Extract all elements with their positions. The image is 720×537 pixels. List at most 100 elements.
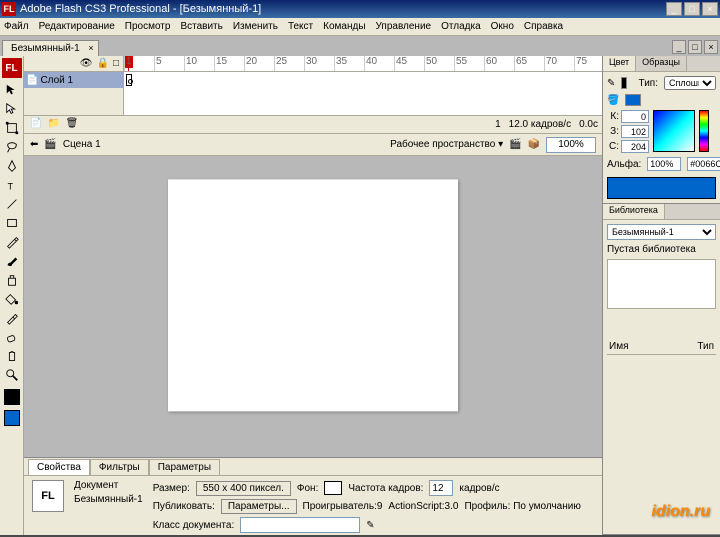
fill-type-select[interactable]: Сплошной <box>664 76 716 90</box>
symbol-selector-icon[interactable]: 📦 <box>528 139 540 150</box>
publish-settings-button[interactable]: Параметры... <box>221 499 297 514</box>
brush-tool[interactable] <box>2 252 22 270</box>
lib-col-type[interactable]: Тип <box>697 341 714 352</box>
minimize-button[interactable]: _ <box>666 2 682 16</box>
doc-minimize-button[interactable]: _ <box>672 40 686 54</box>
red-input[interactable] <box>621 110 649 123</box>
tab-color[interactable]: Цвет <box>603 56 636 71</box>
scene-selector-icon[interactable]: 🎬 <box>509 139 521 150</box>
delete-layer-button[interactable]: 🗑 <box>64 118 80 132</box>
menu-window[interactable]: Окно <box>491 21 514 32</box>
layer-icon: 📄 <box>26 75 38 86</box>
tab-filters[interactable]: Фильтры <box>90 459 149 475</box>
menu-debug[interactable]: Отладка <box>441 21 481 32</box>
doc-class-input[interactable] <box>240 517 360 533</box>
eraser-tool[interactable] <box>2 328 22 346</box>
hue-slider[interactable] <box>699 110 709 152</box>
lasso-tool[interactable] <box>2 138 22 156</box>
layer-row[interactable]: 📄 Слой 1 <box>24 72 123 88</box>
stroke-swatch[interactable] <box>621 77 626 89</box>
document-icon: FL <box>32 480 64 512</box>
bg-label: Фон: <box>297 483 318 494</box>
paint-bucket-tool[interactable] <box>2 290 22 308</box>
frame-tick: 40 <box>364 56 377 71</box>
new-folder-button[interactable]: 📁 <box>46 118 62 132</box>
tab-swatches[interactable]: Образцы <box>636 56 687 71</box>
color-preview <box>607 177 716 199</box>
scene-name[interactable]: Сцена 1 <box>63 139 101 150</box>
frame-grid[interactable] <box>124 72 602 115</box>
back-icon[interactable]: ⬅ <box>30 139 38 150</box>
framerate-input[interactable] <box>429 480 453 496</box>
fill-color-swatch[interactable] <box>4 410 20 426</box>
scene-icon: 🎬 <box>44 139 56 150</box>
frame-tick: 45 <box>394 56 407 71</box>
zoom-tool[interactable] <box>2 366 22 384</box>
selection-tool[interactable] <box>2 81 22 99</box>
type-label: Тип: <box>639 78 658 89</box>
fill-swatch[interactable] <box>625 94 641 106</box>
pen-tool[interactable] <box>2 157 22 175</box>
hand-tool[interactable] <box>2 347 22 365</box>
bg-color-swatch[interactable] <box>324 481 342 495</box>
tab-properties[interactable]: Свойства <box>28 459 90 475</box>
menu-commands[interactable]: Команды <box>323 21 365 32</box>
menu-text[interactable]: Текст <box>288 21 313 32</box>
tab-parameters[interactable]: Параметры <box>149 459 220 475</box>
size-button[interactable]: 550 x 400 пиксел. <box>196 481 291 496</box>
ink-bottle-tool[interactable] <box>2 271 22 289</box>
document-tab[interactable]: Безымянный-1 × <box>2 40 99 56</box>
free-transform-tool[interactable] <box>2 119 22 137</box>
pencil-tool[interactable] <box>2 233 22 251</box>
stroke-icon[interactable]: ✎ <box>607 78 615 89</box>
zoom-input[interactable] <box>546 137 596 153</box>
stage[interactable] <box>168 179 458 411</box>
green-input[interactable] <box>621 125 649 138</box>
outline-icon[interactable]: □ <box>113 58 119 69</box>
menu-help[interactable]: Справка <box>524 21 563 32</box>
stroke-color-swatch[interactable] <box>4 389 20 405</box>
frame-ruler[interactable]: 15101520253035404550556065707580 <box>124 56 602 71</box>
line-tool[interactable] <box>2 195 22 213</box>
tab-library[interactable]: Библиотека <box>603 204 665 219</box>
menu-view[interactable]: Просмотр <box>125 21 171 32</box>
workspace-menu[interactable]: Рабочее пространство ▾ <box>390 139 503 150</box>
library-preview <box>607 259 716 309</box>
menu-file[interactable]: Файл <box>4 21 29 32</box>
doc-restore-button[interactable]: □ <box>688 40 702 54</box>
subselection-tool[interactable] <box>2 100 22 118</box>
fill-icon[interactable]: 🪣 <box>607 95 619 106</box>
keyframe[interactable] <box>126 74 132 86</box>
toolbox: FL T <box>0 56 24 535</box>
doc-close-button[interactable]: × <box>704 40 718 54</box>
rectangle-tool[interactable] <box>2 214 22 232</box>
frame-tick: 70 <box>544 56 557 71</box>
eyedropper-tool[interactable] <box>2 309 22 327</box>
library-panel: Библиотека Безымянный-1 Пустая библиотек… <box>603 204 720 535</box>
menu-edit[interactable]: Редактирование <box>39 21 115 32</box>
lock-icon[interactable]: 🔒 <box>97 58 109 69</box>
menu-modify[interactable]: Изменить <box>233 21 278 32</box>
menu-control[interactable]: Управление <box>376 21 432 32</box>
color-picker[interactable] <box>653 110 695 152</box>
frame-tick: 10 <box>184 56 197 71</box>
hex-input[interactable] <box>687 157 720 171</box>
menu-insert[interactable]: Вставить <box>180 21 222 32</box>
player-label: Проигрыватель:9 <box>303 501 383 512</box>
alpha-input[interactable] <box>647 157 681 171</box>
frame-tick: 35 <box>334 56 347 71</box>
close-button[interactable]: × <box>702 2 718 16</box>
frame-tick: 1 <box>124 56 132 71</box>
text-tool[interactable]: T <box>2 176 22 194</box>
edit-class-icon[interactable]: ✎ <box>366 520 374 531</box>
frame-tick: 25 <box>274 56 287 71</box>
blue-input[interactable] <box>621 140 649 153</box>
maximize-button[interactable]: □ <box>684 2 700 16</box>
eye-icon[interactable]: 👁 <box>80 58 93 69</box>
new-layer-button[interactable]: 📄 <box>28 118 44 132</box>
library-doc-select[interactable]: Безымянный-1 <box>607 224 716 240</box>
document-tab-label: Безымянный-1 <box>11 43 80 54</box>
stage-area[interactable] <box>24 156 602 457</box>
lib-col-name[interactable]: Имя <box>609 341 628 352</box>
tab-close-icon[interactable]: × <box>88 43 93 53</box>
